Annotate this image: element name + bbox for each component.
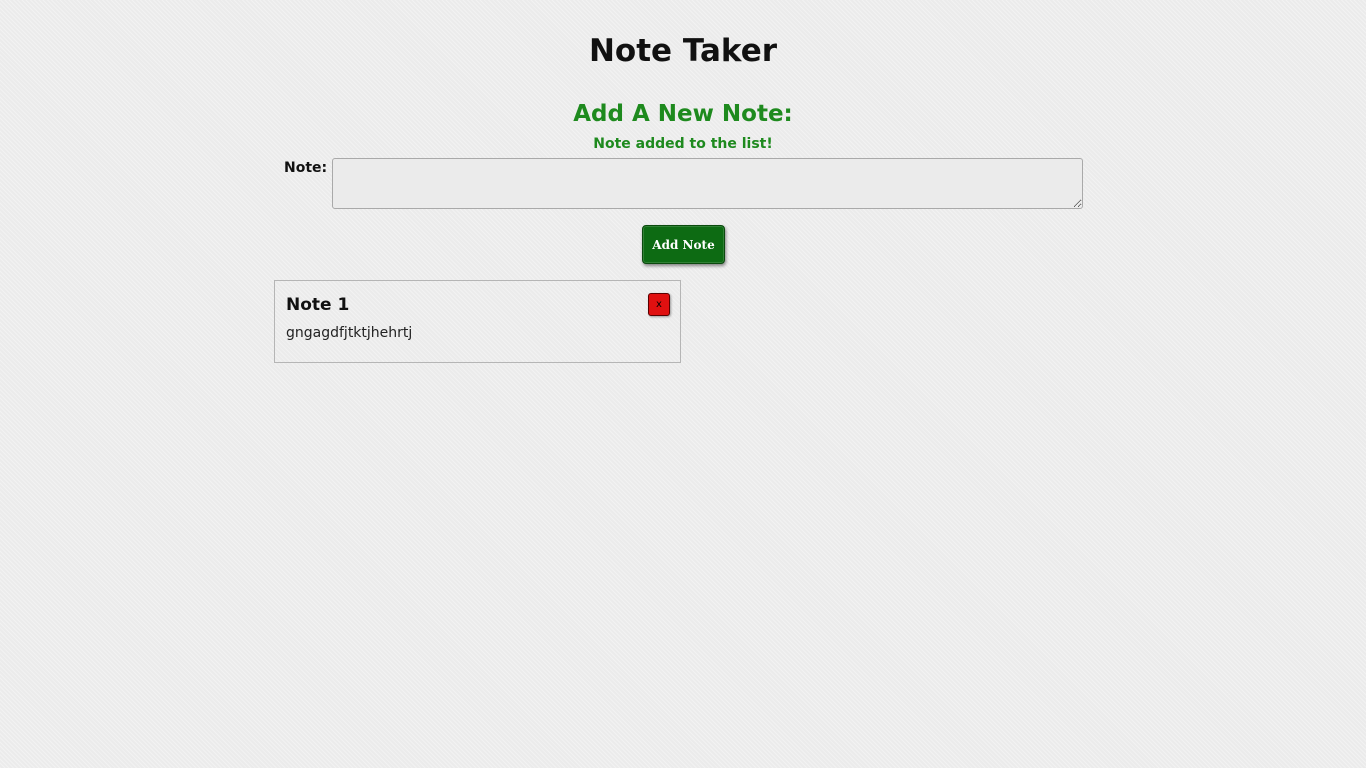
- note-body: gngagdfjtktjhehrtj: [286, 325, 413, 341]
- note-title: Note 1: [286, 295, 350, 315]
- status-message: Note added to the list!: [593, 136, 773, 152]
- add-note-button[interactable]: Add Note: [642, 225, 725, 264]
- page-title: Note Taker: [588, 33, 778, 69]
- note-card: Note 1 gngagdfjtktjhehrtj x: [274, 280, 681, 363]
- note-field-label: Note:: [284, 160, 328, 176]
- note-input[interactable]: [332, 158, 1083, 209]
- add-note-heading: Add A New Note:: [573, 101, 793, 127]
- delete-note-button[interactable]: x: [648, 293, 670, 316]
